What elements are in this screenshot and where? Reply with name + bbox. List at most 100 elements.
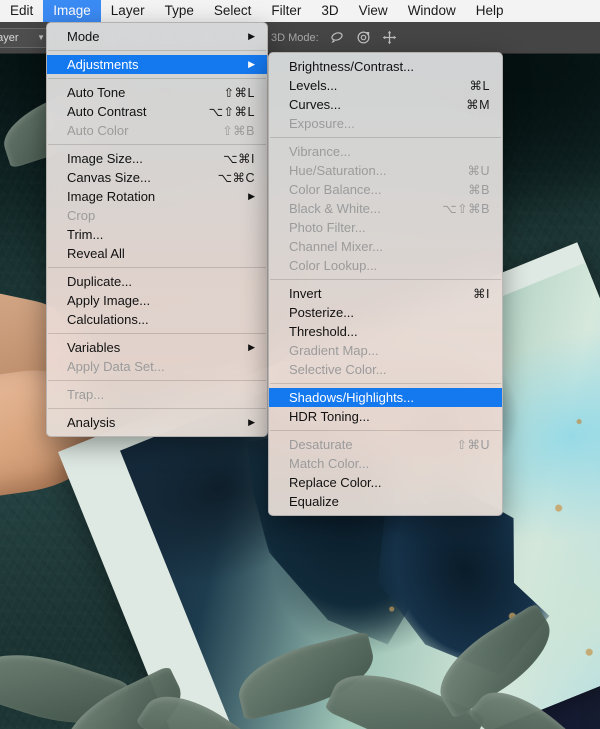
menu-item-equalize[interactable]: Equalize	[269, 492, 502, 511]
menu-item-threshold[interactable]: Threshold...	[269, 322, 502, 341]
menu-separator	[270, 137, 501, 138]
menu-item-shortcut: ⌘M	[466, 98, 490, 112]
menu-item-shortcut: ⌘B	[468, 183, 490, 197]
menu-item-image-rotation[interactable]: Image Rotation ▶	[47, 187, 267, 206]
menubar-item-help[interactable]: Help	[466, 0, 514, 22]
menu-item-crop: Crop	[47, 206, 267, 225]
menu-item-duplicate[interactable]: Duplicate...	[47, 272, 267, 291]
menu-item-label: Channel Mixer...	[289, 239, 383, 254]
adjustments-submenu-dropdown[interactable]: Brightness/Contrast... Levels... ⌘L Curves.…	[268, 52, 503, 516]
menu-item-canvas-size[interactable]: Canvas Size... ⌥⌘C	[47, 168, 267, 187]
menu-item-shortcut: ⌥⇧⌘L	[208, 105, 255, 119]
photoshop-window: Layer ▼	[0, 0, 600, 729]
menu-item-color-lookup: Color Lookup...	[269, 256, 502, 275]
menu-item-hdr-toning[interactable]: HDR Toning...	[269, 407, 502, 426]
menu-item-channel-mixer: Channel Mixer...	[269, 237, 502, 256]
menu-item-label: Color Balance...	[289, 182, 382, 197]
menubar-item-image[interactable]: Image	[43, 0, 101, 22]
menu-item-hue-saturation: Hue/Saturation... ⌘U	[269, 161, 502, 180]
chevron-down-icon: ▼	[37, 33, 45, 42]
menu-item-shortcut: ⇧⌘B	[222, 124, 255, 138]
menu-separator	[48, 333, 266, 334]
menubar-item-type[interactable]: Type	[155, 0, 204, 22]
menu-item-label: Calculations...	[67, 312, 149, 327]
menu-item-label: Replace Color...	[289, 475, 382, 490]
menu-item-calculations[interactable]: Calculations...	[47, 310, 267, 329]
3d-roll-icon[interactable]	[351, 27, 377, 49]
menubar-item-layer[interactable]: Layer	[101, 0, 155, 22]
menu-item-shortcut: ⇧⌘U	[456, 438, 490, 452]
menu-item-match-color: Match Color...	[269, 454, 502, 473]
menu-separator	[48, 408, 266, 409]
menu-item-apply-image[interactable]: Apply Image...	[47, 291, 267, 310]
menubar-item-filter[interactable]: Filter	[261, 0, 311, 22]
menu-item-label: Image Size...	[67, 151, 143, 166]
menu-item-adjustments[interactable]: Adjustments ▶	[47, 55, 267, 74]
menubar-item-edit[interactable]: Edit	[0, 0, 43, 22]
menu-item-auto-tone[interactable]: Auto Tone ⇧⌘L	[47, 83, 267, 102]
image-menu-dropdown[interactable]: Mode ▶ Adjustments ▶ Auto Tone ⇧⌘L Auto Contra…	[46, 22, 268, 437]
menu-item-label: Trim...	[67, 227, 104, 242]
3d-orbit-icon[interactable]	[325, 27, 351, 49]
menu-item-levels[interactable]: Levels... ⌘L	[269, 76, 502, 95]
menu-item-shortcut: ⌥⌘C	[217, 171, 255, 185]
menu-item-reveal-all[interactable]: Reveal All	[47, 244, 267, 263]
menu-item-label: Variables	[67, 340, 121, 355]
menu-item-invert[interactable]: Invert ⌘I	[269, 284, 502, 303]
submenu-arrow-icon: ▶	[248, 191, 255, 201]
menu-item-label: Selective Color...	[289, 362, 387, 377]
menu-item-trim[interactable]: Trim...	[47, 225, 267, 244]
menu-item-label: Photo Filter...	[289, 220, 366, 235]
menu-item-label: Canvas Size...	[67, 170, 151, 185]
menubar-item-3d[interactable]: 3D	[311, 0, 348, 22]
menu-item-shadows-highlights[interactable]: Shadows/Highlights...	[269, 388, 502, 407]
menu-item-auto-contrast[interactable]: Auto Contrast ⌥⇧⌘L	[47, 102, 267, 121]
menubar-item-window[interactable]: Window	[398, 0, 466, 22]
menu-item-gradient-map: Gradient Map...	[269, 341, 502, 360]
menu-item-exposure: Exposure...	[269, 114, 502, 133]
menu-item-label: Posterize...	[289, 305, 355, 320]
menu-item-label: Auto Contrast	[67, 104, 147, 119]
menu-item-label: Invert	[289, 286, 322, 301]
menu-item-label: Levels...	[289, 78, 338, 93]
menu-item-trap: Trap...	[47, 385, 267, 404]
menu-item-label: Apply Data Set...	[67, 359, 165, 374]
menu-item-label: Auto Color	[67, 123, 129, 138]
menubar-item-view[interactable]: View	[349, 0, 398, 22]
submenu-arrow-icon: ▶	[248, 31, 255, 41]
menubar-item-select[interactable]: Select	[204, 0, 262, 22]
menu-separator	[48, 380, 266, 381]
menu-item-image-size[interactable]: Image Size... ⌥⌘I	[47, 149, 267, 168]
menu-item-label: Apply Image...	[67, 293, 151, 308]
menu-item-posterize[interactable]: Posterize...	[269, 303, 502, 322]
menu-item-shortcut: ⇧⌘L	[223, 86, 255, 100]
menu-item-label: Desaturate	[289, 437, 353, 452]
layer-target-select[interactable]: Layer ▼	[0, 27, 50, 48]
menu-item-mode[interactable]: Mode ▶	[47, 27, 267, 46]
menu-item-shortcut: ⌘I	[473, 287, 490, 301]
menu-item-analysis[interactable]: Analysis ▶	[47, 413, 267, 432]
menu-item-curves[interactable]: Curves... ⌘M	[269, 95, 502, 114]
menu-item-label: Vibrance...	[289, 144, 351, 159]
menu-item-brightness-contrast[interactable]: Brightness/Contrast...	[269, 57, 502, 76]
menu-item-label: Trap...	[67, 387, 105, 402]
menu-separator	[270, 383, 501, 384]
3d-pan-icon[interactable]	[377, 27, 403, 49]
menu-item-variables[interactable]: Variables ▶	[47, 338, 267, 357]
menu-item-label: Curves...	[289, 97, 342, 112]
menu-item-desaturate: Desaturate ⇧⌘U	[269, 435, 502, 454]
menu-item-label: HDR Toning...	[289, 409, 370, 424]
menu-item-label: Adjustments	[67, 57, 139, 72]
menu-item-label: Threshold...	[289, 324, 358, 339]
menu-item-replace-color[interactable]: Replace Color...	[269, 473, 502, 492]
menu-item-label: Image Rotation	[67, 189, 156, 204]
menu-item-label: Black & White...	[289, 201, 381, 216]
menu-item-vibrance: Vibrance...	[269, 142, 502, 161]
menu-separator	[48, 267, 266, 268]
menu-item-label: Mode	[67, 29, 100, 44]
menu-item-label: Exposure...	[289, 116, 355, 131]
menu-item-shortcut: ⌥⌘I	[223, 152, 255, 166]
menu-item-color-balance: Color Balance... ⌘B	[269, 180, 502, 199]
menu-item-shortcut: ⌥⇧⌘B	[442, 202, 490, 216]
menu-item-label: Equalize	[289, 494, 339, 509]
